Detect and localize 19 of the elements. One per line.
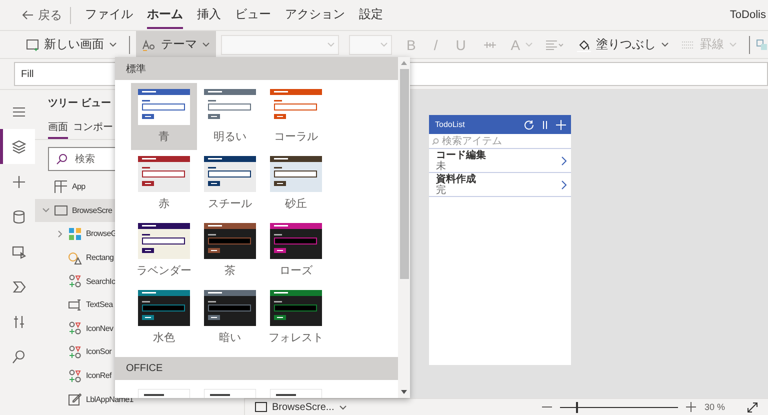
item-subtitle: 完 [436, 184, 447, 196]
section-header: 標準 [115, 57, 398, 80]
tree-item-label: IconSor [86, 347, 112, 356]
item-title: 資料作成 [436, 174, 477, 184]
tree-item-label: App [72, 182, 86, 192]
tree-item-label: LblAppName1 [86, 394, 134, 404]
tree-item-label: Rectang [86, 253, 114, 262]
tree-item-label: IconNev [86, 324, 114, 333]
tree-item-label: SearchIc [86, 276, 116, 286]
item-subtitle: 未 [436, 160, 447, 172]
app-title: TodoList [435, 120, 466, 129]
panel-title: ツリー ビュー [47, 96, 112, 111]
item-title: コード編集 [436, 150, 487, 160]
app-name: ToDolis [730, 9, 766, 21]
zoom-reading: 30 % [704, 402, 725, 412]
tree-item-label: IconRef [86, 371, 112, 380]
section-header: OFFICE [115, 357, 398, 380]
tree-item-label: TextSea [86, 300, 113, 310]
tree-item-label: BrowseScre [72, 206, 112, 215]
